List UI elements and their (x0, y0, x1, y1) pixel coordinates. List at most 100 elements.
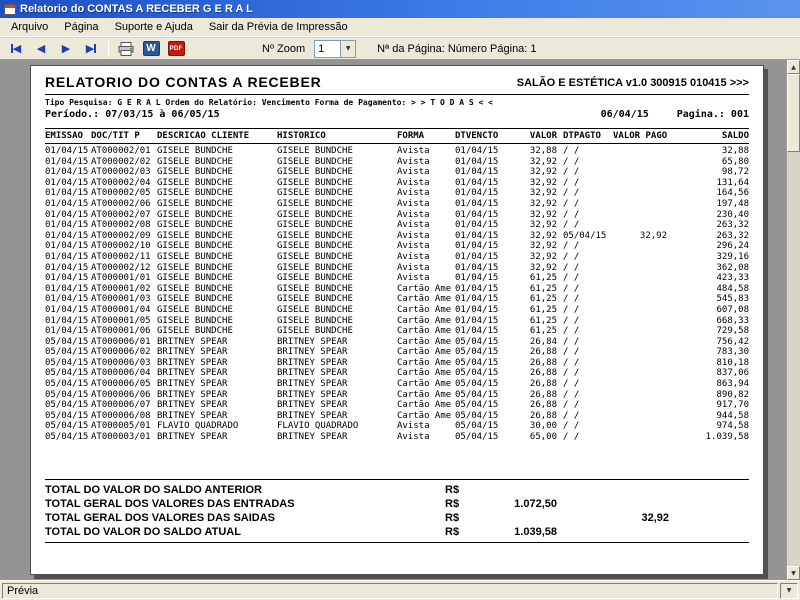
scroll-down-icon[interactable]: ▼ (787, 566, 800, 580)
total-value-paid: 32,92 (641, 511, 669, 524)
total-row: TOTAL DO VALOR DO SALDO ATUAL R$ 1.039,58 (45, 525, 749, 539)
column-header: FORMA (397, 131, 425, 141)
table-row: 01/04/15 AT000002/02 GISELE BUNDCHE GISELE … (45, 156, 749, 167)
chevron-down-icon: ▼ (786, 587, 792, 594)
column-header: EMISSAO (45, 131, 83, 141)
first-page-icon: ◀ (10, 42, 22, 55)
last-page-button[interactable]: ▶ (80, 39, 102, 58)
zoom-label: Nº Zoom (262, 42, 306, 55)
table-row: 01/04/15 AT000002/07 GISELE BUNDCHE GISELE … (45, 209, 749, 220)
report-filters: Tipo Pesquisa: G E R A L Ordem do Relató… (45, 98, 493, 107)
report-period: Período.: 07/03/15 à 06/05/15 (45, 109, 220, 120)
total-row: TOTAL GERAL DOS VALORES DAS ENTRADAS R$ 1.… (45, 497, 749, 511)
menu-item-suporte[interactable]: Suporte e Ajuda (107, 19, 201, 35)
menu-bar: Arquivo Página Suporte e Ajuda Sair da P… (0, 18, 800, 37)
pdf-icon: PDF (167, 41, 185, 56)
table-row: 05/04/15 AT000005/01 FLÁVIO QUADRADO FLÁVIO… (45, 421, 749, 432)
prev-page-icon: ◀ (36, 42, 46, 55)
table-row: 01/04/15 AT000002/08 GISELE BUNDCHE GISELE … (45, 220, 749, 231)
zoom-select[interactable]: 1 ▼ (314, 39, 357, 58)
total-value-paid (557, 497, 669, 511)
printer-icon (118, 41, 134, 56)
table-row: 05/04/15 AT000006/04 BRITNEY SPEAR BRITNEY … (45, 368, 749, 379)
column-header: DTVENCTO (455, 131, 499, 141)
report-table-body: 01/04/15 AT000002/01 GISELE BUNDCHE GISELE … (45, 146, 749, 443)
total-currency: R$ (445, 483, 460, 496)
zoom-value: 1 (318, 42, 325, 55)
report-page-number: Pagina.: 001 (676, 109, 749, 120)
word-icon: W (142, 41, 160, 56)
table-row: 01/04/15 AT000002/06 GISELE BUNDCHE GISELE … (45, 198, 749, 209)
table-row: 05/04/15 AT000003/01 BRITNEY SPEAR BRITNEY … (45, 432, 749, 443)
toolbar: ◀ ◀ ▶ ▶ W PDF Nº Zoom 1 ▼ Nª da Página: … (0, 37, 800, 60)
total-value: 1.072,50 (514, 497, 557, 510)
next-page-button[interactable]: ▶ (55, 39, 77, 58)
table-row: 01/04/15 AT000001/05 GISELE BUNDCHE GISELE … (45, 315, 749, 326)
last-page-icon: ▶ (85, 42, 97, 55)
total-row: TOTAL GERAL DOS VALORES DAS SAIDAS R$ 32,9… (45, 511, 749, 525)
table-row: 05/04/15 AT000006/02 BRITNEY SPEAR BRITNEY … (45, 347, 749, 358)
title-bar: Relatorio do CONTAS A RECEBER G E R A L (0, 0, 800, 18)
report-period-row: Período.: 07/03/15 à 06/05/15 06/04/15 P… (45, 109, 749, 120)
prev-page-button[interactable]: ◀ (30, 39, 52, 58)
scrollbar-thumb[interactable] (787, 74, 800, 152)
first-page-button[interactable]: ◀ (5, 39, 27, 58)
total-row: TOTAL DO VALOR DO SALDO ANTERIOR R$ (45, 483, 749, 497)
app-version: SALÃO E ESTÉTICA v1.0 300915 010415 >>> (516, 77, 749, 89)
total-currency: R$ (445, 511, 460, 524)
export-pdf-button[interactable]: PDF (165, 39, 187, 58)
preview-area: RELATORIO DO CONTAS A RECEBER SALÃO E ES… (0, 60, 800, 580)
table-row: 05/04/15 AT000006/06 BRITNEY SPEAR BRITNEY … (45, 389, 749, 400)
menu-item-arquivo[interactable]: Arquivo (3, 19, 56, 35)
status-text-panel: Prévia (2, 582, 778, 599)
table-row: 05/04/15 AT000006/03 BRITNEY SPEAR BRITNEY … (45, 357, 749, 368)
status-text: Prévia (7, 584, 39, 597)
menu-item-pagina[interactable]: Página (56, 19, 106, 35)
table-row: 01/04/15 AT000002/04 GISELE BUNDCHE GISELE … (45, 177, 749, 188)
window-title: Relatorio do CONTAS A RECEBER G E R A L (20, 3, 253, 15)
report-table-header: EMISSAO DOC/TIT P DESCRICAO CLIENTE HISTORI… (45, 128, 749, 144)
total-currency: R$ (445, 525, 460, 538)
window-icon (4, 3, 16, 15)
toolbar-separator (108, 40, 109, 57)
report-header: RELATORIO DO CONTAS A RECEBER SALÃO E ES… (45, 74, 749, 95)
table-row: 01/04/15 AT000002/11 GISELE BUNDCHE GISELE … (45, 251, 749, 262)
status-bar: Prévia ▼ (0, 580, 800, 600)
column-header: DOC/TIT P (91, 131, 140, 141)
report-totals: TOTAL DO VALOR DO SALDO ANTERIOR R$ TOTAL … (45, 478, 749, 543)
print-button[interactable] (115, 39, 137, 58)
column-header: DESCRICAO CLIENTE (157, 131, 250, 141)
total-value-paid (557, 483, 669, 497)
total-currency: R$ (445, 497, 460, 510)
table-row: 01/04/15 AT000002/01 GISELE BUNDCHE GISELE … (45, 146, 749, 156)
total-label: TOTAL GERAL DOS VALORES DAS SAIDAS (45, 511, 276, 524)
table-row: 01/04/15 AT000002/09 GISELE BUNDCHE GISELE … (45, 230, 749, 241)
table-row: 01/04/15 AT000002/10 GISELE BUNDCHE GISELE … (45, 241, 749, 252)
total-label: TOTAL DO VALOR DO SALDO ATUAL (45, 525, 241, 538)
column-header: VALOR PAGO (613, 131, 667, 141)
table-row: 01/04/15 AT000001/06 GISELE BUNDCHE GISELE … (45, 326, 749, 337)
table-row: 01/04/15 AT000002/03 GISELE BUNDCHE GISELE … (45, 167, 749, 178)
column-header: SALDO (721, 131, 749, 141)
menu-item-sair-previa[interactable]: Sair da Prévia de Impressão (201, 19, 356, 35)
scroll-up-icon[interactable]: ▲ (787, 60, 800, 74)
table-row: 01/04/15 AT000001/02 GISELE BUNDCHE GISELE … (45, 283, 749, 294)
column-header: DTPAGTO (563, 131, 601, 141)
chevron-down-icon[interactable]: ▼ (340, 40, 356, 57)
scrollbar-track[interactable] (787, 74, 800, 566)
total-value: 1.039,58 (514, 525, 557, 538)
table-row: 05/04/15 AT000006/05 BRITNEY SPEAR BRITNEY … (45, 379, 749, 390)
vertical-scrollbar[interactable]: ▲ ▼ (786, 60, 800, 580)
total-label: TOTAL GERAL DOS VALORES DAS ENTRADAS (45, 497, 295, 510)
table-row: 05/04/15 AT000006/08 BRITNEY SPEAR BRITNEY … (45, 410, 749, 421)
next-page-icon: ▶ (61, 42, 71, 55)
total-label: TOTAL DO VALOR DO SALDO ANTERIOR (45, 483, 262, 496)
total-value-paid (557, 525, 669, 539)
table-row: 01/04/15 AT000002/12 GISELE BUNDCHE GISELE … (45, 262, 749, 273)
table-row: 05/04/15 AT000006/01 BRITNEY SPEAR BRITNEY … (45, 336, 749, 347)
table-row: 05/04/15 AT000006/07 BRITNEY SPEAR BRITNEY … (45, 400, 749, 411)
status-dropdown-button[interactable]: ▼ (780, 582, 798, 599)
export-word-button[interactable]: W (140, 39, 162, 58)
total-value (471, 511, 557, 525)
column-header: HISTORICO (277, 131, 326, 141)
